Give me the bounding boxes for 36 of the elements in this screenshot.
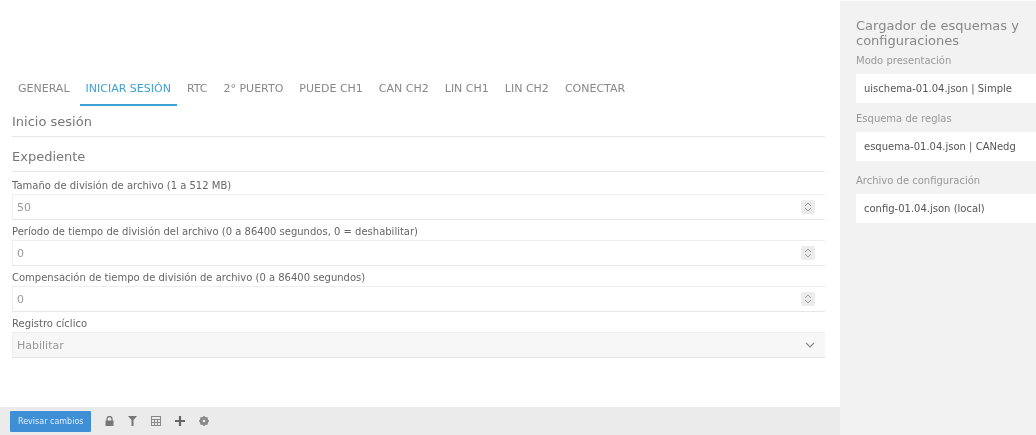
tab[interactable]: RTC [180,78,214,106]
panel-title: Cargador de esquemas y configuraciones [856,19,1020,49]
tab[interactable]: LIN CH1 [438,78,495,106]
tab[interactable]: LIN CH2 [498,78,555,106]
select-field[interactable]: config-01.04.json (local) [856,193,1036,223]
section-heading: Inicio sesión [12,110,825,137]
number-field[interactable]: 0 [12,286,825,312]
tab[interactable]: CONECTAR [558,78,632,106]
field-label: Registro cíclico [12,318,89,329]
spinner-icon[interactable] [801,200,815,214]
section-heading: Expediente [12,145,825,172]
table-icon[interactable] [151,416,162,426]
tab[interactable]: GENERAL [12,78,76,106]
tab[interactable]: INICIAR SESIÓN [79,78,177,106]
number-field[interactable]: 0 [12,240,825,266]
select-field[interactable]: uischema-01.04.json | Simple [856,73,1036,103]
chevron-down-icon [805,342,815,348]
spinner-icon[interactable] [801,246,815,260]
field-label: Tamaño de división de archivo (1 a 512 MB) [12,180,233,191]
settings-icon[interactable] [199,416,210,426]
field-label: Compensación de tiempo de división de archivo (0 a 86400 segundos) [12,272,367,283]
select-field[interactable]: esquema-01.04.json | CANedg [856,131,1036,161]
field-label: Esquema de reglas [856,112,953,124]
tab[interactable]: PUEDE CH1 [293,78,369,106]
review-changes-button[interactable]: Revisar cambios [10,410,92,432]
tab[interactable]: CAN CH2 [372,78,435,106]
spinner-icon[interactable] [801,292,815,306]
select-field[interactable]: Habilitar [12,332,825,358]
tab[interactable]: 2° PUERTO [217,78,290,106]
field-label: Período de tiempo de división del archivo (0 a 86400 segundos, 0 = deshabilitar) [12,226,419,237]
filter-icon[interactable] [128,416,138,426]
lock-icon[interactable] [105,416,115,426]
field-label: Archivo de configuración [856,174,982,186]
field-label: Modo presentación [856,54,953,66]
number-field[interactable]: 50 [12,194,825,220]
plus-icon[interactable] [175,416,186,426]
